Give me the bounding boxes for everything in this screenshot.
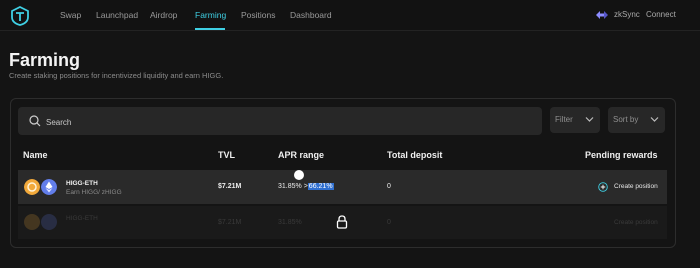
col-header-tvl: TVL [218, 150, 235, 160]
nav-farming[interactable]: Farming [195, 0, 226, 30]
active-tab-indicator [195, 28, 225, 30]
nav-positions[interactable]: Positions [241, 0, 276, 30]
apr-min: 31.85% [278, 183, 302, 190]
sort-select[interactable]: Sort by [608, 107, 665, 133]
col-header-total-deposit: Total deposit [387, 150, 443, 160]
tvl-value: $7.21M [218, 183, 242, 190]
page-title: Farming [9, 50, 81, 70]
sort-label: Sort by [613, 115, 639, 124]
pair-name: HIGG-ETH [66, 215, 98, 222]
eth-token-icon [41, 179, 57, 195]
network-selector[interactable]: zkSync [614, 0, 640, 30]
apr-max: 66.21% [307, 183, 334, 190]
nav-swap[interactable]: Swap [60, 0, 81, 30]
pair-earn: Earn HIGG/ zHIGG [66, 189, 122, 196]
apr-slider-knob[interactable] [294, 170, 304, 180]
filter-label: Filter [555, 115, 573, 124]
higg-token-icon [24, 214, 40, 230]
apr-range: 31.85% >66.21% [278, 183, 334, 190]
nav-airdrop[interactable]: Airdrop [150, 0, 177, 30]
total-deposit-value: 0 [387, 183, 391, 190]
top-nav: Swap Launchpad Airdrop Farming Positions… [0, 0, 700, 31]
lock-icon [336, 215, 348, 229]
eth-token-icon [41, 214, 57, 230]
nav-launchpad[interactable]: Launchpad [96, 0, 138, 30]
chevron-down-icon [585, 117, 594, 122]
nav-dashboard[interactable]: Dashboard [290, 0, 332, 30]
zksync-icon [596, 11, 608, 19]
connect-button[interactable]: Connect [646, 0, 676, 30]
col-header-apr: APR range [278, 150, 325, 160]
page-subtitle: Create staking positions for incentivize… [9, 71, 224, 80]
table-row[interactable] [18, 170, 667, 204]
chevron-down-icon [650, 117, 659, 122]
filter-select[interactable]: Filter [550, 107, 600, 133]
total-deposit-value: 0 [387, 219, 391, 226]
logo-icon[interactable] [10, 6, 30, 26]
higg-token-icon [24, 179, 40, 195]
create-position-button[interactable]: Create position [614, 182, 658, 192]
search-icon [29, 115, 41, 127]
plus-circle-icon[interactable] [598, 182, 608, 192]
tvl-value: $7.21M [218, 219, 242, 226]
search-input[interactable] [44, 108, 528, 136]
col-header-name: Name [23, 150, 48, 160]
pair-name[interactable]: HIGG-ETH [66, 180, 98, 187]
apr-min: 31.85% [278, 219, 302, 226]
create-position-button: Create position [614, 219, 658, 226]
col-header-pending-rewards: Pending rewards [585, 150, 658, 160]
